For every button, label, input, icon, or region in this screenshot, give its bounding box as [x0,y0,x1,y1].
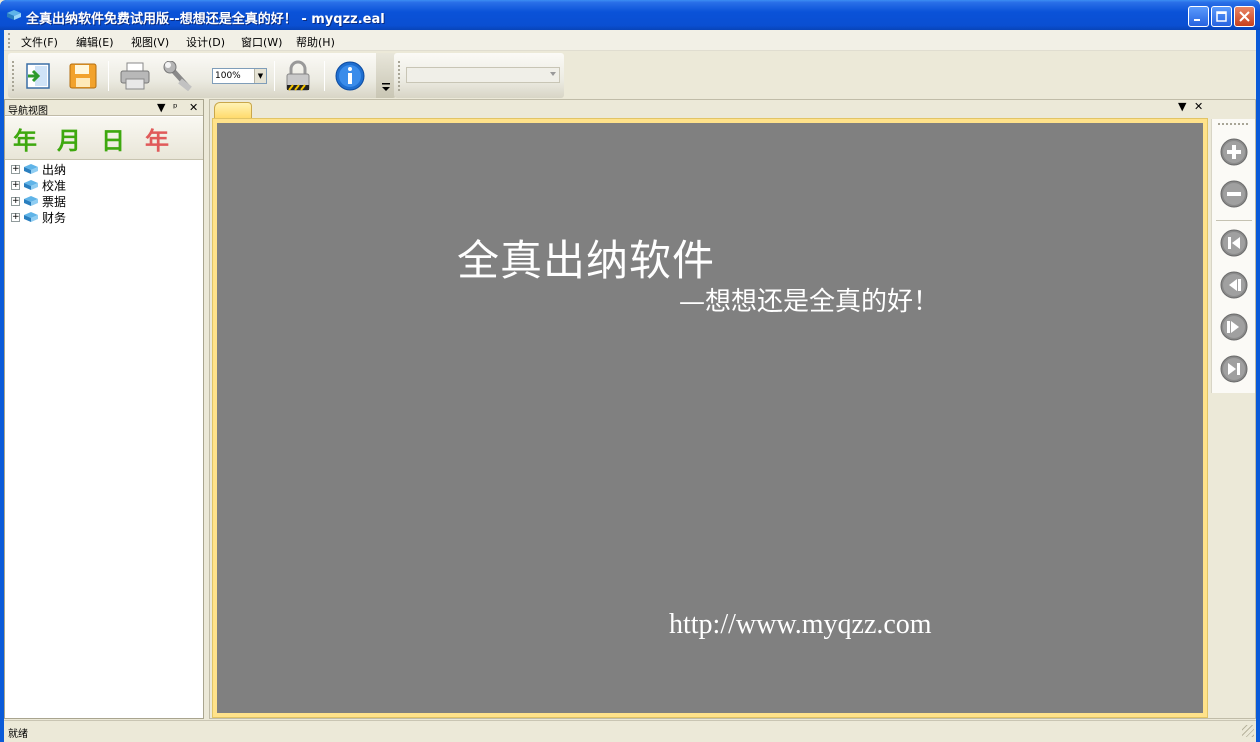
toolbar-grip[interactable] [398,61,401,91]
doc-close-icon[interactable]: ✕ [1194,100,1203,113]
window-title: 全真出纳软件免费试用版--想想还是全真的好！ - myqzz.eal [26,12,385,27]
book-icon [24,164,38,174]
print-icon [120,62,150,90]
tree-label: 校准 [42,178,67,193]
tree-node-finance[interactable]: + 财务 [11,209,66,225]
prev-page-button[interactable] [1219,270,1249,300]
main-toolbar: 100% ▼ [8,53,396,98]
resize-grip-icon[interactable] [1242,725,1254,737]
expand-icon[interactable]: + [11,180,20,190]
date-banner: 年 月 日 年 [5,117,203,160]
toolbar-separator [274,61,275,91]
status-bar: 就绪 [4,720,1256,740]
tree-node-bills[interactable]: + 票据 [11,193,66,209]
next-page-button[interactable] [1219,312,1249,342]
splash-canvas: 全真出纳软件 —想想还是全真的好！ http://www.myqzz.com [217,123,1203,713]
nav-dropdown-icon[interactable]: ▼ [157,101,165,114]
document-tab[interactable] [214,102,252,119]
print-button[interactable] [118,59,152,93]
close-window-button[interactable] [1234,6,1255,27]
maximize-icon [1216,11,1227,22]
book-icon [24,180,38,190]
menu-help[interactable]: 帮助(H) [296,34,335,50]
menu-grip[interactable] [8,33,11,48]
lock-button[interactable] [281,59,315,93]
first-page-button[interactable] [1219,228,1249,258]
next-page-icon [1220,313,1248,341]
tree-node-calibration[interactable]: + 校准 [11,177,66,193]
banner-day: 日 [101,127,125,155]
first-page-icon [1220,229,1248,257]
tree-label: 财务 [42,210,67,225]
zoom-in-icon [1220,138,1248,166]
save-icon [69,63,97,89]
prev-page-icon [1220,271,1248,299]
side-control-strip [1211,119,1255,393]
banner-year-alt: 年 [145,127,169,155]
lock-icon [286,60,310,91]
menu-file[interactable]: 文件(F) [21,34,58,50]
menu-design[interactable]: 设计(D) [186,34,225,50]
last-page-icon [1220,355,1248,383]
toolbar-separator [108,61,109,91]
app-book-icon [7,10,21,20]
toolbar-combo[interactable] [406,67,560,83]
combo-arrow-icon[interactable] [550,72,556,76]
banner-month: 月 [57,127,81,155]
nav-panel-header: 导航视图 ▼ ᵖ ✕ [5,100,203,117]
toolbar-grip[interactable] [12,61,15,91]
client-area: 文件(F) 编辑(E) 视图(V) 设计(D) 窗口(W) 帮助(H) 100%… [4,30,1256,742]
zoom-select[interactable]: 100% ▼ [212,68,267,84]
strip-separator [1216,220,1252,221]
zoom-out-icon [1220,180,1248,208]
minimize-icon [1194,19,1200,21]
tools-icon [163,61,192,91]
zoom-out-button[interactable] [1219,179,1249,209]
exit-button[interactable] [21,59,55,93]
status-text: 就绪 [8,729,28,740]
toolbar-separator [324,61,325,91]
nav-close-icon[interactable]: ✕ [189,101,198,114]
doc-dropdown-icon[interactable]: ▼ [1178,100,1186,113]
document-area: ▼ ✕ 全真出纳软件 —想想还是全真的好！ http://www.myqzz.c… [209,99,1256,719]
zoom-value: 100% [215,71,241,81]
last-page-button[interactable] [1219,354,1249,384]
splash-subtitle: —想想还是全真的好！ [679,287,940,317]
info-icon [335,61,365,91]
expand-icon[interactable]: + [11,196,20,206]
menu-view[interactable]: 视图(V) [131,34,169,50]
secondary-toolbar [394,53,564,98]
tree-label: 票据 [42,194,67,209]
minimize-button[interactable] [1188,6,1209,27]
strip-grip[interactable] [1218,123,1248,125]
exit-icon [26,63,50,89]
overflow-chevron-icon [382,83,390,91]
maximize-button[interactable] [1211,6,1232,27]
splash-url: http://www.myqzz.com [669,609,932,640]
document-frame: 全真出纳软件 —想想还是全真的好！ http://www.myqzz.com [212,118,1208,718]
zoom-in-button[interactable] [1219,137,1249,167]
nav-pin-icon[interactable]: ᵖ [173,101,178,114]
tree-node-cashier[interactable]: + 出纳 [11,161,66,177]
book-icon [24,196,38,206]
close-icon [1239,11,1250,22]
save-button[interactable] [66,59,100,93]
splash-title: 全真出纳软件 [457,236,716,285]
menu-bar: 文件(F) 编辑(E) 视图(V) 设计(D) 窗口(W) 帮助(H) [4,30,1256,51]
banner-year: 年 [13,127,37,155]
book-icon [24,212,38,222]
expand-icon[interactable]: + [11,164,20,174]
navigation-panel: 导航视图 ▼ ᵖ ✕ 年 月 日 年 + 出纳 + 校准 + 票据 + 财务 [4,99,204,719]
title-bar[interactable]: 全真出纳软件免费试用版--想想还是全真的好！ - myqzz.eal [0,0,1260,30]
about-button[interactable] [333,59,367,93]
settings-button[interactable] [161,59,195,93]
expand-icon[interactable]: + [11,212,20,222]
tree-label: 出纳 [42,162,67,177]
menu-window[interactable]: 窗口(W) [241,34,282,50]
nav-panel-title: 导航视图 [8,106,48,117]
toolbar-overflow-button[interactable] [376,53,396,98]
chevron-down-icon[interactable]: ▼ [254,69,266,83]
menu-edit[interactable]: 编辑(E) [76,34,114,50]
app-window: 全真出纳软件免费试用版--想想还是全真的好！ - myqzz.eal 文件(F)… [0,0,1260,742]
